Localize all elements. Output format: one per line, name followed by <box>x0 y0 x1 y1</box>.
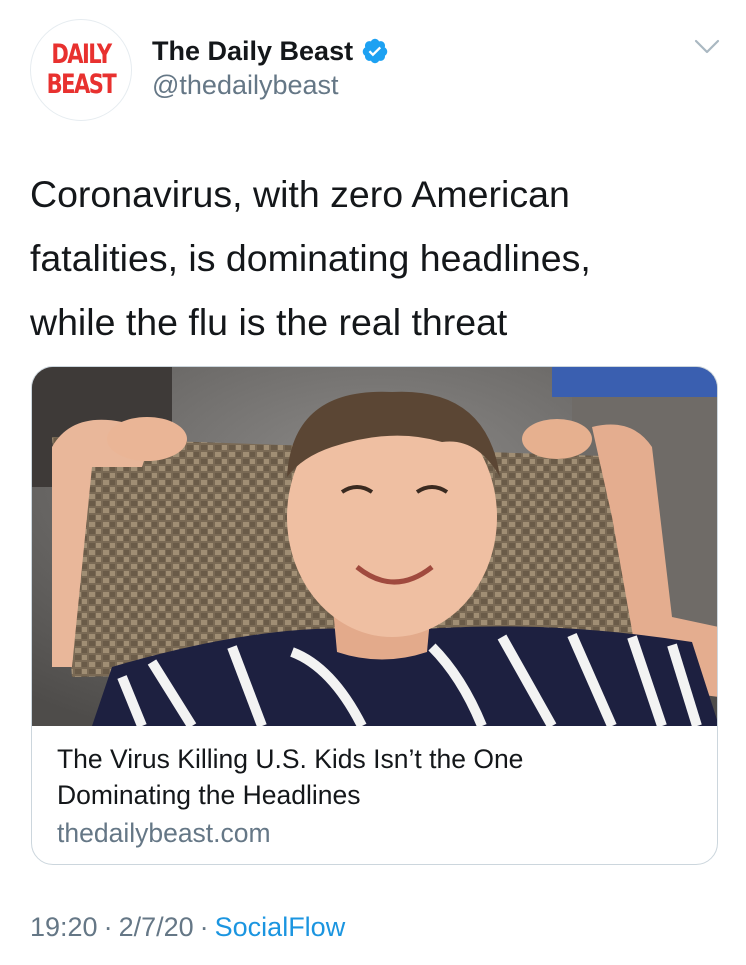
avatar-logo-line-1: DAILY <box>51 39 112 70</box>
card-title-line: Dominating the Headlines <box>57 780 361 810</box>
separator: · <box>103 912 113 942</box>
card-domain[interactable]: thedailybeast.com <box>57 818 271 849</box>
tweet-text: Coronavirus, with zero American fataliti… <box>30 162 710 354</box>
tweet-text-line: while the flu is the real threat <box>30 301 508 343</box>
tweet-text-line: fatalities, is dominating headlines, <box>30 237 591 279</box>
chevron-down-icon[interactable] <box>694 37 720 57</box>
tweet: DAILY BEAST The Daily Beast @thedailybea… <box>0 0 746 965</box>
verified-badge-icon <box>362 38 388 64</box>
tweet-text-line: Coronavirus, with zero American <box>30 173 570 215</box>
author-handle[interactable]: @thedailybeast <box>152 70 339 101</box>
separator: · <box>199 912 209 942</box>
card-image[interactable] <box>32 367 717 726</box>
tweet-time[interactable]: 19:20 <box>30 912 98 942</box>
link-card[interactable]: The Virus Killing U.S. Kids Isn’t the On… <box>31 366 718 865</box>
avatar-logo-line-2: BEAST <box>46 69 117 100</box>
tweet-footer: 19:20 · 2/7/20 · SocialFlow <box>30 912 345 943</box>
card-title-line: The Virus Killing U.S. Kids Isn’t the On… <box>57 744 524 774</box>
display-name[interactable]: The Daily Beast <box>152 36 353 67</box>
tweet-source-link[interactable]: SocialFlow <box>215 912 346 942</box>
avatar[interactable]: DAILY BEAST <box>30 19 132 121</box>
card-title[interactable]: The Virus Killing U.S. Kids Isn’t the On… <box>57 741 697 813</box>
author-name-row[interactable]: The Daily Beast <box>152 33 389 69</box>
card-photo <box>32 367 717 726</box>
tweet-date[interactable]: 2/7/20 <box>119 912 194 942</box>
